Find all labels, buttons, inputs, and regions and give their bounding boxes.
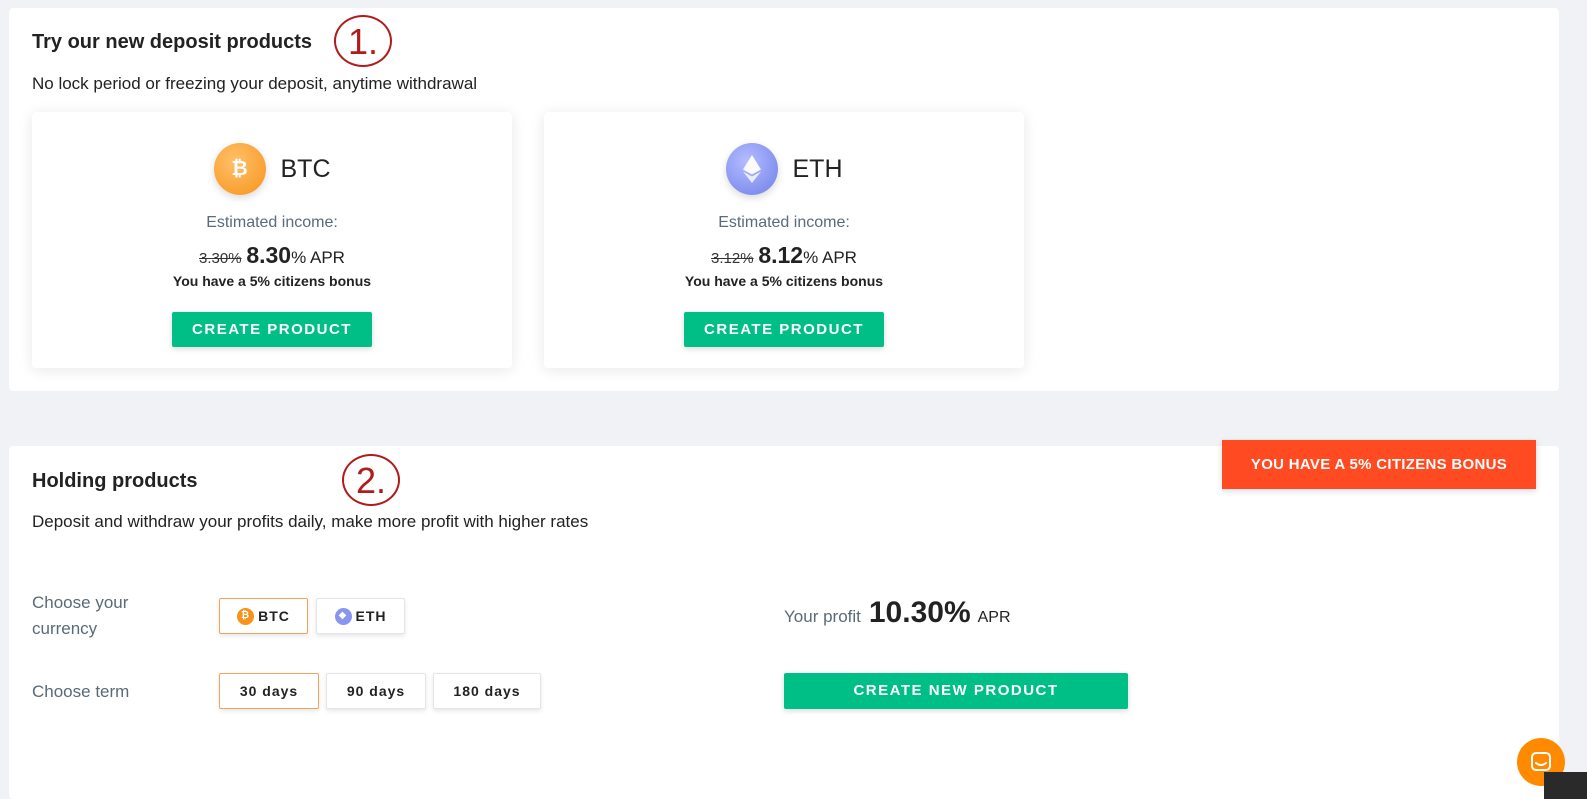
apr-rate: 3.12% 8.12% APR	[544, 242, 1024, 269]
apr-rate: 3.30% 8.30% APR	[32, 242, 512, 269]
coin-name: BTC	[280, 154, 331, 183]
holding-products-title: Holding products	[32, 470, 198, 492]
term-option-30-days[interactable]: 30 days	[219, 673, 319, 709]
create-product-button[interactable]: CREATE PRODUCT	[172, 312, 372, 347]
coin-name: ETH	[792, 154, 843, 183]
choose-currency-label-line2: currency	[32, 619, 98, 638]
currency-option-btc[interactable]: ₿ BTC	[219, 598, 308, 634]
old-rate: 3.30%	[199, 250, 242, 267]
deposit-products-subtitle: No lock period or freezing your deposit,…	[32, 74, 478, 93]
rate-suffix: % APR	[291, 248, 345, 267]
currency-option-label: ETH	[355, 608, 387, 624]
holding-products-subtitle: Deposit and withdraw your profits daily,…	[32, 512, 589, 531]
chat-icon	[1531, 752, 1551, 771]
term-option-180-days[interactable]: 180 days	[433, 673, 541, 709]
choose-currency-label: Choose your currency	[32, 590, 128, 642]
deposit-products-title: Try our new deposit products	[32, 31, 313, 53]
profit-summary: Your profit 10.30% APR	[784, 596, 1011, 630]
profit-value: 10.30%	[868, 596, 971, 629]
annotation-2: 2.	[342, 454, 400, 506]
choose-term-label: Choose term	[32, 682, 130, 701]
new-rate: 8.12	[758, 242, 804, 268]
new-rate: 8.30	[246, 242, 292, 268]
ethereum-icon	[725, 143, 778, 195]
annotation-1: 1.	[334, 15, 392, 67]
ethereum-icon: ◆	[334, 607, 352, 625]
citizens-bonus-badge: YOU HAVE A 5% CITIZENS BONUS	[1222, 440, 1536, 489]
citizens-bonus-text: You have a 5% citizens bonus	[684, 273, 884, 289]
rate-suffix: % APR	[803, 248, 857, 267]
currency-option-eth[interactable]: ◆ ETH	[316, 598, 405, 634]
currency-option-label: BTC	[258, 608, 290, 624]
bitcoin-icon: ₿	[237, 607, 255, 625]
bitcoin-icon: ₿	[213, 143, 266, 195]
eth-product-card: ETH Estimated income: 3.12% 8.12% APR Yo…	[544, 112, 1024, 368]
corner-overlay	[1544, 772, 1587, 799]
profit-label: Your profit	[784, 607, 861, 626]
deposit-products-panel: Try our new deposit products 1. No lock …	[9, 8, 1559, 391]
btc-coin-header: ₿ BTC	[32, 143, 512, 195]
create-product-button[interactable]: CREATE PRODUCT	[684, 312, 884, 347]
choose-currency-label-line1: Choose your	[32, 593, 129, 612]
old-rate: 3.12%	[711, 250, 754, 267]
profit-unit: APR	[977, 609, 1011, 626]
estimated-income-label: Estimated income:	[718, 214, 850, 231]
create-new-product-button[interactable]: CREATE NEW PRODUCT	[784, 673, 1128, 709]
citizens-bonus-text: You have a 5% citizens bonus	[172, 273, 372, 289]
btc-product-card: ₿ BTC Estimated income: 3.30% 8.30% APR …	[32, 112, 512, 368]
eth-coin-header: ETH	[544, 143, 1024, 195]
estimated-income-label: Estimated income:	[206, 214, 338, 231]
term-option-90-days[interactable]: 90 days	[326, 673, 426, 709]
